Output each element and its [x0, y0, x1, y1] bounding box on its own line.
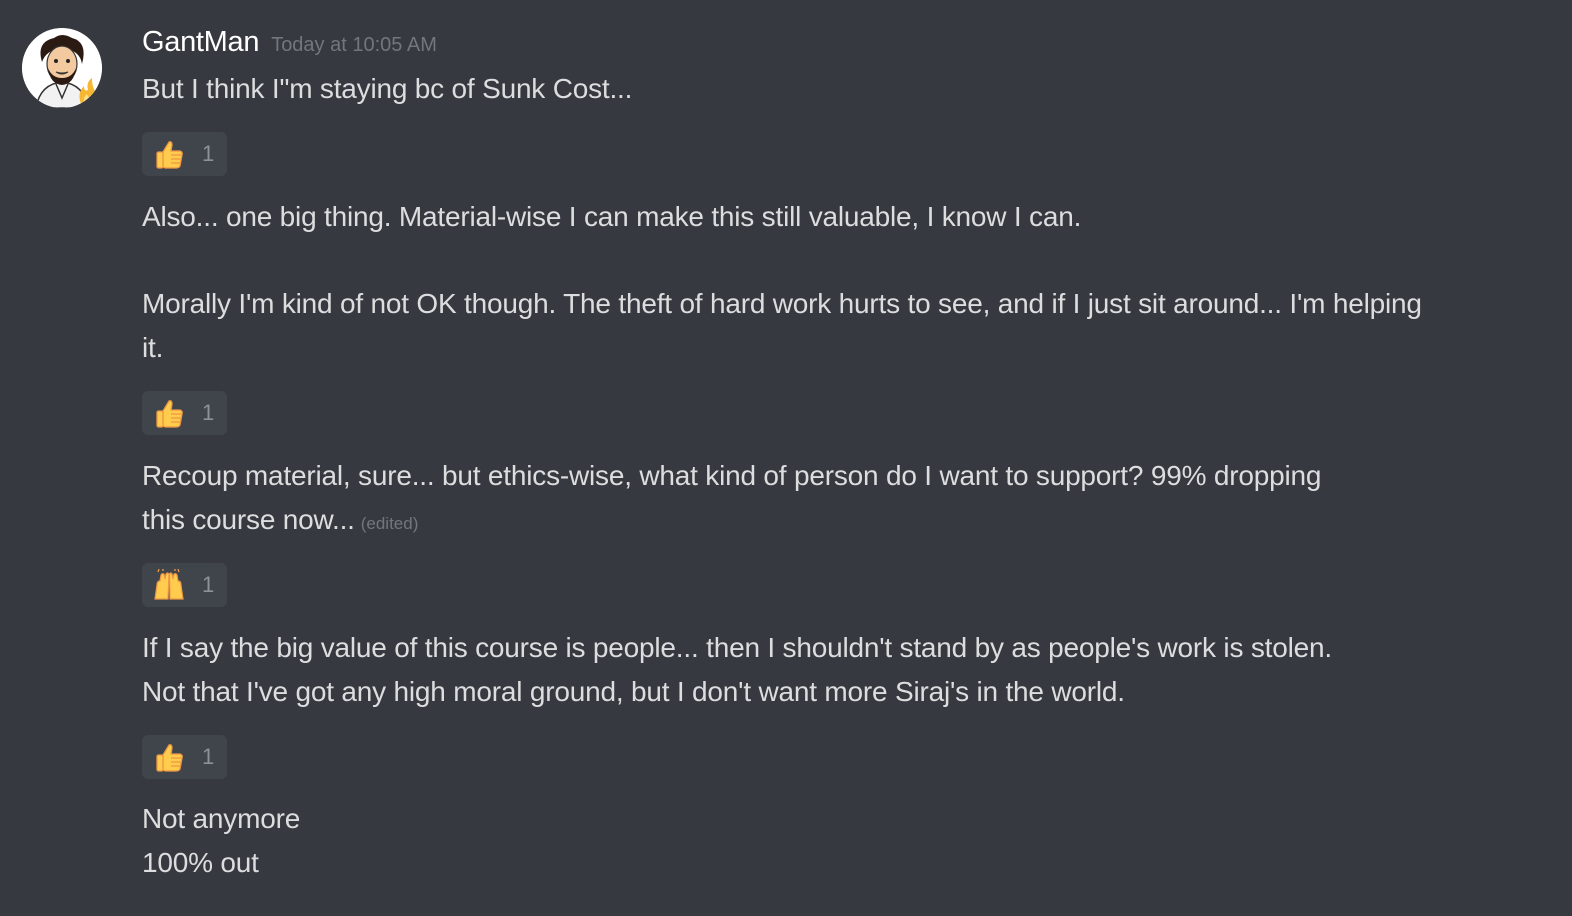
message-line: But I think I"m staying bc of Sunk Cost.… [142, 73, 633, 104]
message-line: If I say the big value of this course is… [142, 632, 1332, 663]
message-line: Also... one big thing. Material-wise I c… [142, 201, 1082, 232]
message-line-text: this course now... [142, 504, 355, 535]
avatar[interactable] [22, 28, 102, 108]
message-line: this course now... (edited) [142, 498, 418, 546]
timestamp[interactable]: Today at 10:05 AM [271, 34, 437, 57]
reaction-count: 1 [202, 400, 215, 425]
reaction-button[interactable]: 1 [142, 735, 227, 779]
reaction-button[interactable]: 1 [142, 563, 227, 607]
message-header: GantMan Today at 10:05 AM [142, 26, 437, 66]
thumbs-up-icon [152, 740, 186, 774]
message-line: 100% out [142, 847, 259, 878]
message-line: Recoup material, sure... but ethics-wise… [142, 460, 1322, 491]
cartoon-avatar-icon [22, 28, 102, 108]
username[interactable]: GantMan [142, 26, 259, 59]
reaction-button[interactable]: 1 [142, 391, 227, 435]
thumbs-up-icon [152, 396, 186, 430]
message-line: Not anymore [142, 803, 301, 834]
message-line: Morally I'm kind of not OK though. The t… [142, 288, 1422, 319]
reaction-count: 1 [202, 744, 215, 769]
reaction-count: 1 [202, 141, 215, 166]
edited-label: (edited) [360, 514, 419, 533]
raised-hands-icon [152, 568, 186, 602]
message-line: Not that I've got any high moral ground,… [142, 676, 1125, 707]
reaction-count: 1 [202, 572, 215, 597]
message-line: it. [142, 332, 164, 363]
reaction-button[interactable]: 1 [142, 132, 227, 176]
thumbs-up-icon [152, 137, 186, 171]
